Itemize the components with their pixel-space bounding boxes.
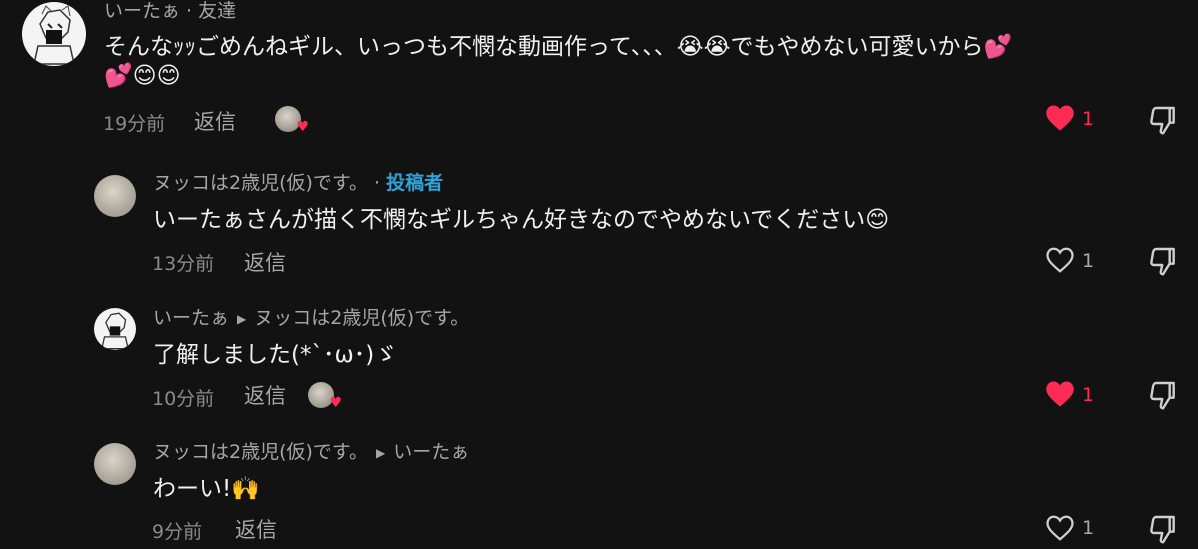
comment-username[interactable]: いーたぁ · 友達 bbox=[104, 0, 236, 23]
avatar[interactable] bbox=[94, 175, 136, 217]
thumbs-down-icon bbox=[1150, 247, 1175, 276]
creator-liked-avatar: ♥ bbox=[275, 106, 309, 135]
comment-text: 了解しました(*`･ω･)ゞ bbox=[153, 342, 398, 368]
dislike-button[interactable] bbox=[1147, 245, 1179, 281]
dislike-button[interactable] bbox=[1147, 513, 1179, 549]
reply-to-username[interactable]: いーたぁ bbox=[393, 441, 469, 463]
avatar[interactable] bbox=[22, 2, 86, 66]
friend-label: · 友達 bbox=[180, 0, 237, 22]
thumbs-down-icon bbox=[1150, 106, 1175, 135]
username[interactable]: ヌッコは2歳児(仮)です。 bbox=[153, 172, 368, 194]
comment-username[interactable]: ヌッコは2歳児(仮)です。 · 投稿者 bbox=[153, 168, 443, 195]
comment-text: いーたぁさんが描く不憫なギルちゃん好きなのでやめないでください😊 bbox=[153, 207, 890, 233]
comment-username[interactable]: いーたぁ ▶ ヌッコは2歳児(仮)です。 bbox=[153, 303, 469, 330]
comment-timestamp: 9分前 bbox=[152, 521, 203, 543]
heart-icon: ♥ bbox=[329, 395, 342, 411]
reply-to-username[interactable]: ヌッコは2歳児(仮)です。 bbox=[254, 307, 469, 329]
heart-filled-icon bbox=[1046, 381, 1074, 407]
comment-item: いーたぁ · 友達 そんなｯｯごめんねギル、いっつも不憫な動画作って、、、😭😭で… bbox=[0, 0, 1198, 150]
reply-item: ヌッコは2歳児(仮)です。 ▶ いーたぁ わーい!🙌 9分前 返信 1 bbox=[0, 435, 1198, 544]
comment-timestamp: 19分前 bbox=[103, 113, 166, 135]
username[interactable]: いーたぁ bbox=[104, 0, 180, 22]
thumbs-down-icon bbox=[1150, 381, 1175, 410]
reply-arrow-icon: ▶ bbox=[237, 312, 247, 326]
like-count: 1 bbox=[1082, 108, 1095, 130]
like-button[interactable] bbox=[1045, 246, 1075, 278]
avatar[interactable] bbox=[94, 443, 136, 485]
reply-item: いーたぁ ▶ ヌッコは2歳児(仮)です。 了解しました(*`･ω･)ゞ 10分前 返… bbox=[0, 300, 1198, 420]
reply-arrow-icon: ▶ bbox=[376, 446, 386, 460]
like-button[interactable] bbox=[1045, 104, 1075, 136]
comment-text: わーい!🙌 bbox=[153, 476, 260, 502]
username[interactable]: ヌッコは2歳児(仮)です。 bbox=[153, 441, 368, 463]
heart-icon: ♥ bbox=[296, 119, 309, 135]
like-count: 1 bbox=[1082, 384, 1095, 406]
creator-badge: 投稿者 bbox=[386, 172, 444, 194]
reply-item: ヌッコは2歳児(仮)です。 · 投稿者 いーたぁさんが描く不憫なギルちゃん好きな… bbox=[0, 165, 1198, 285]
comment-timestamp: 10分前 bbox=[152, 388, 215, 410]
comment-username[interactable]: ヌッコは2歳児(仮)です。 ▶ いーたぁ bbox=[153, 437, 469, 464]
separator: · bbox=[368, 172, 387, 194]
like-button[interactable] bbox=[1045, 514, 1075, 546]
reply-button[interactable]: 返信 bbox=[194, 106, 236, 136]
comment-timestamp: 13分前 bbox=[152, 253, 215, 275]
heart-outline-icon bbox=[1046, 247, 1074, 273]
comment-text: そんなｯｯごめんねギル、いっつも不憫な動画作って、、、😭😭でもやめない可愛いから… bbox=[104, 34, 1013, 60]
reply-button[interactable]: 返信 bbox=[235, 514, 277, 544]
thumbs-down-icon bbox=[1150, 515, 1175, 544]
heart-filled-icon bbox=[1046, 105, 1074, 131]
reply-button[interactable]: 返信 bbox=[244, 247, 286, 277]
like-button[interactable] bbox=[1045, 380, 1075, 412]
comment-text-continued: 💕😊😊 bbox=[104, 63, 181, 89]
dislike-button[interactable] bbox=[1147, 104, 1179, 140]
creator-liked-avatar: ♥ bbox=[308, 382, 342, 411]
reply-button[interactable]: 返信 bbox=[244, 380, 286, 410]
avatar[interactable] bbox=[94, 308, 136, 350]
like-count: 1 bbox=[1082, 250, 1095, 272]
username[interactable]: いーたぁ bbox=[153, 307, 229, 329]
dislike-button[interactable] bbox=[1147, 379, 1179, 415]
heart-outline-icon bbox=[1046, 515, 1074, 541]
